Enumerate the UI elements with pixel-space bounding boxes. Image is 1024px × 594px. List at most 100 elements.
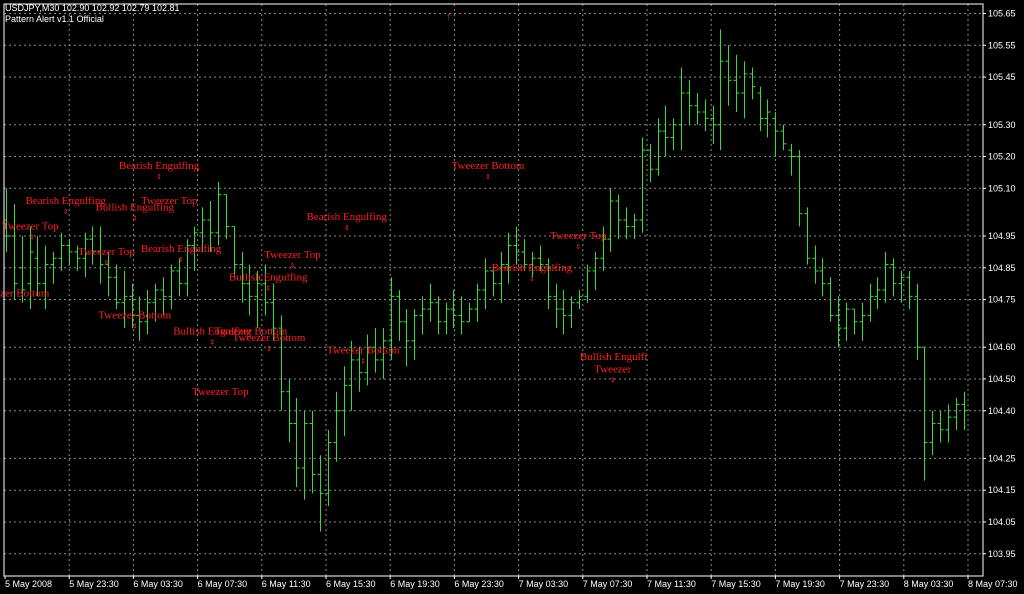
x-tick-label: 7 May 03:30 [519, 579, 569, 589]
ohlc-bar [702, 99, 709, 132]
pattern-marker-icon: ⇕ [132, 215, 138, 223]
ohlc-bar [655, 118, 662, 176]
ohlc-bar [906, 270, 913, 310]
pattern-label: Bearish Engulfing [141, 243, 222, 255]
ohlc-bar [772, 112, 779, 157]
x-tick-label: 7 May 23:30 [840, 579, 890, 589]
ohlc-bar [953, 398, 960, 430]
x-tick-label: 7 May 19:30 [775, 579, 825, 589]
ohlc-bar [921, 346, 928, 481]
ohlc-bar [812, 245, 819, 284]
pattern-marker-icon: ⇕ [360, 358, 366, 366]
ohlc-bar [419, 296, 426, 335]
ohlc-bar [623, 207, 630, 240]
pattern-label: Bearish Engulfing [25, 195, 106, 207]
x-tick-label: 6 May 15:30 [326, 579, 376, 589]
x-tick-label: 5 May 2008 [5, 579, 52, 589]
ohlc-bar [631, 213, 638, 240]
ohlc-bar [231, 225, 238, 278]
chart-header: USDJPY,M30 102.90 102.92 102.79 102.81 P… [5, 3, 179, 25]
ohlc-bar [741, 61, 748, 119]
ohlc-bar [553, 283, 560, 329]
ohlc-bar [584, 264, 591, 303]
ohlc-bar [725, 45, 732, 106]
ohlc-bar [286, 378, 293, 443]
pattern-label: Tweezer Top [78, 246, 135, 258]
pattern-label: Bearish Engulfing [119, 160, 200, 172]
ohlc-bar [937, 410, 944, 443]
pattern-marker-icon: ⇕ [485, 173, 491, 181]
ohlc-bar [341, 366, 348, 437]
pattern-label: Tweezer Top [192, 386, 249, 398]
ohlc-bar [662, 105, 669, 157]
y-tick-label: 104.40 [988, 406, 1016, 416]
pattern-marker-icon: ⇕ [156, 173, 162, 181]
y-tick-label: 103.95 [988, 549, 1016, 559]
ohlc-bar [396, 290, 403, 341]
ohlc-bar [505, 232, 512, 284]
ohlc-bar [560, 290, 567, 335]
x-tick-label: 7 May 07:30 [583, 579, 633, 589]
pattern-marker-icon: ⇕ [63, 208, 69, 216]
pattern-marker-icon: ⇕ [266, 345, 272, 353]
y-tick-label: 105.55 [988, 40, 1016, 50]
pattern-label: Tweezer Bottom [452, 160, 525, 172]
ohlc-bar [882, 251, 889, 303]
ohlc-bar [403, 309, 410, 367]
ohlc-bar [168, 264, 175, 310]
y-tick-label: 105.10 [988, 183, 1016, 193]
x-tick-label: 6 May 19:30 [390, 579, 440, 589]
ohlc-bar [482, 258, 489, 310]
pattern-label: Bearish Engulfing [307, 211, 388, 223]
indicator-name: Pattern Alert v1.1 Official [5, 14, 104, 24]
ohlc-bar [301, 410, 308, 500]
pattern-label: Tweezer Bottom [98, 310, 171, 322]
x-tick-label: 7 May 15:30 [711, 579, 761, 589]
y-tick-label: 104.95 [988, 231, 1016, 241]
x-tick-label: 6 May 23:30 [454, 579, 504, 589]
pattern-annotations: Tweezer Top⇕eezer BottomBearish Engulfin… [0, 11, 647, 398]
ohlc-bar [568, 296, 575, 329]
pattern-marker-icon: ⇕ [265, 284, 271, 292]
y-tick-label: 105.20 [988, 152, 1016, 162]
ohlc-bar [694, 92, 701, 125]
price-chart[interactable]: Tweezer Top⇕eezer BottomBearish Engulfin… [0, 0, 1024, 594]
y-tick-label: 105.65 [988, 9, 1016, 19]
pattern-label: ↑ [446, 11, 452, 23]
pattern-label: Bullish Engulfing [229, 271, 308, 283]
ohlc-bar [945, 404, 952, 443]
x-tick-label: 6 May 07:30 [198, 579, 248, 589]
ohlc-bar [42, 245, 49, 310]
ohlc-bar [458, 296, 465, 335]
ohlc-bar [223, 194, 230, 240]
ohlc-bar [293, 398, 300, 488]
pattern-label: Tweezer Top [550, 230, 607, 242]
ohlc-bar [851, 308, 858, 335]
ohlc-bar [764, 99, 771, 138]
pattern-label: Bearish Engulfing [492, 262, 573, 274]
ohlc-bar [11, 204, 18, 300]
ohlc-bar [780, 124, 787, 151]
ohlc-bar [411, 309, 418, 360]
y-tick-label: 104.60 [988, 342, 1016, 352]
x-tick-label: 7 May 11:30 [647, 579, 696, 589]
time-axis[interactable]: 5 May 2008 5 May 23:30 6 May 03:30 6 May 07… [4, 576, 1018, 589]
ohlc-bar [592, 251, 599, 290]
ohlc-bar [498, 251, 505, 303]
ohlc-bar [427, 283, 434, 322]
price-axis[interactable]: 105.65 105.55 105.45 105.30 105.20 105.10 104.… [983, 9, 1016, 559]
ohlc-bar [827, 277, 834, 322]
pattern-marker-icon: ⇕ [132, 323, 138, 331]
ohlc-bar [607, 188, 614, 252]
pattern-marker-icon: ⇕ [344, 224, 350, 232]
ohlc-bar [309, 410, 316, 494]
chart-window[interactable]: USDJPY,M30 102.90 102.92 102.79 102.81 P… [0, 0, 1024, 594]
ohlc-bar [914, 283, 921, 360]
ohlc-bar [867, 283, 874, 322]
ohlc-bar [843, 302, 850, 341]
pattern-marker-icon: ⇕ [575, 243, 581, 251]
ohlc-bar [615, 194, 622, 240]
ohlc-bar [929, 410, 936, 456]
y-tick-label: 104.25 [988, 453, 1016, 463]
ohlc-bar [66, 239, 73, 265]
